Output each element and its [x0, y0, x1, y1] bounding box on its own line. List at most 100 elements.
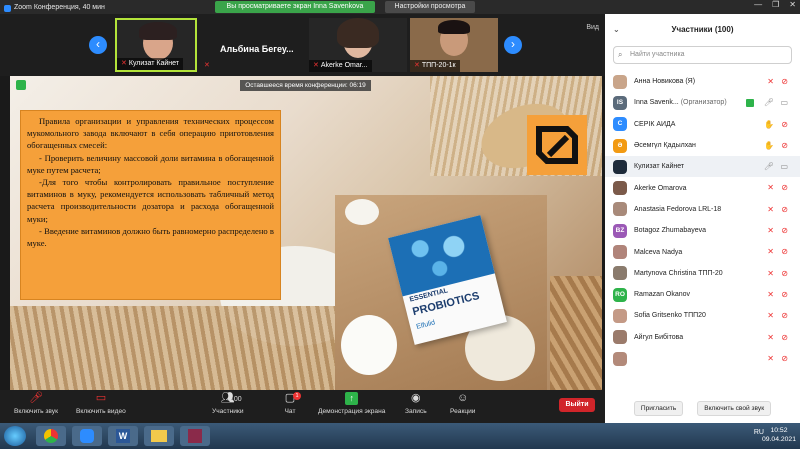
video-strip: ‹ ✕ Кулизат Кайнет Альбина Бегеу... ✕ ✕ Ak…: [0, 14, 605, 76]
mic-muted-icon[interactable]: ✕: [767, 310, 774, 321]
participant-row[interactable]: Malceva Nadya ✕ ⊘: [605, 241, 800, 262]
participant-name: Кулизат Кайнет: [634, 163, 685, 171]
avatar: [613, 74, 627, 89]
mic-muted-icon[interactable]: ✕: [767, 289, 774, 300]
participant-row[interactable]: ✕ ⊘: [605, 348, 800, 369]
chat-badge: 1: [293, 392, 301, 400]
video-off-icon[interactable]: ⊘: [781, 289, 788, 300]
participant-row[interactable]: IS Inna Savenk... (Организатор) 🎤︎ ▭: [605, 92, 800, 113]
video-off-icon[interactable]: ⊘: [781, 332, 788, 343]
participant-row[interactable]: Anastasia Fedorova LRL-18 ✕ ⊘: [605, 199, 800, 220]
participant-search-input[interactable]: ⌕ Найти участника: [613, 46, 792, 64]
video-off-icon[interactable]: ⊘: [781, 182, 788, 193]
participant-role: (Организатор): [680, 99, 727, 107]
participant-name: Botagoz Zhumabayeva: [634, 227, 706, 235]
participant-row[interactable]: Ә Әсемгүл Қадылхан ✋ ⊘: [605, 135, 800, 156]
mic-muted-icon[interactable]: ✕: [767, 225, 774, 236]
start-icon[interactable]: [4, 426, 26, 446]
participant-row[interactable]: BZ Botagoz Zhumabayeva ✕ ⊘: [605, 220, 800, 241]
mic-muted-icon[interactable]: ✕: [767, 332, 774, 343]
video-off-icon[interactable]: ⊘: [781, 310, 788, 321]
participant-row[interactable]: Айгул Бибітова ✕ ⊘: [605, 327, 800, 348]
unmute-button[interactable]: 🎤︎ Включить звук: [14, 392, 58, 415]
video-off-icon[interactable]: ⊘: [781, 140, 788, 151]
minimize-icon[interactable]: —: [754, 0, 762, 9]
raised-hand-icon: ✋: [764, 119, 774, 129]
chat-button[interactable]: ▢ 1 Чат: [282, 392, 301, 415]
system-clock[interactable]: 10:52 09.04.2021: [762, 426, 796, 444]
chevron-left-icon[interactable]: ‹: [89, 36, 107, 54]
tile-name: ✕ ТПП-20-1к: [410, 60, 460, 72]
chrome-icon[interactable]: [36, 426, 66, 446]
mic-muted-icon[interactable]: ✕: [767, 182, 774, 193]
mic-muted-icon: 🎤︎: [29, 392, 43, 404]
chevron-down-icon[interactable]: ⌄: [613, 14, 620, 46]
mic-muted-icon[interactable]: ✕: [767, 204, 774, 215]
close-icon[interactable]: ✕: [789, 0, 796, 9]
video-off-icon[interactable]: ⊘: [781, 246, 788, 257]
participant-row[interactable]: Sofia Gritsenko ТПП20 ✕ ⊘: [605, 305, 800, 326]
participant-name: Anastasia Fedorova LRL-18: [634, 205, 722, 213]
mic-muted-icon[interactable]: ✕: [767, 353, 774, 364]
avatar: [613, 181, 627, 196]
video-off-icon[interactable]: ⊘: [781, 119, 788, 130]
video-icon[interactable]: ▭: [780, 161, 788, 172]
chevron-right-icon[interactable]: ›: [504, 36, 522, 54]
video-off-icon[interactable]: ⊘: [781, 76, 788, 87]
participant-row[interactable]: Анна Новикова (Я) ✕ ⊘: [605, 71, 800, 92]
raised-hand-icon: ✋: [764, 140, 774, 150]
invite-button[interactable]: Пригласить: [633, 401, 684, 416]
panel-title: Участники (100): [671, 25, 734, 34]
avatar: BZ: [613, 223, 627, 238]
participant-name: Әсемгүл Қадылхан: [634, 142, 696, 150]
participant-row[interactable]: Akerke Omarova ✕ ⊘: [605, 177, 800, 198]
participant-row[interactable]: Martynova Christina ТПП-20 ✕ ⊘: [605, 263, 800, 284]
participant-row[interactable]: RO Ramazan Okanov ✕ ⊘: [605, 284, 800, 305]
view-options-button[interactable]: Настройки просмотра: [385, 1, 475, 13]
mic-muted-icon[interactable]: ✕: [767, 268, 774, 279]
participant-row[interactable]: Кулизат Кайнет 🎤︎ ▭: [605, 156, 800, 178]
video-icon[interactable]: ▭: [780, 97, 788, 108]
view-label[interactable]: Вид: [586, 24, 599, 31]
reactions-icon: ☺: [457, 392, 469, 404]
grain-decoration: [10, 306, 340, 390]
winrar-icon[interactable]: [180, 426, 210, 446]
unmute-self-button[interactable]: Включить свой звук: [697, 401, 772, 416]
mic-muted-icon: ✕: [313, 62, 319, 69]
video-tile[interactable]: ✕ ТПП-20-1к: [410, 18, 498, 72]
avatar: [613, 330, 627, 345]
avatar: [613, 308, 627, 323]
zoom-icon[interactable]: [72, 426, 102, 446]
zoom-window: Zoom Конференция, 40 мин Вы просматривае…: [0, 0, 800, 449]
video-tile[interactable]: Альбина Бегеу... ✕: [200, 18, 306, 72]
participant-name: Ramazan Okanov: [634, 291, 691, 299]
leave-button[interactable]: Выйти: [559, 398, 595, 412]
mic-icon[interactable]: 🎤︎: [764, 161, 774, 172]
video-off-icon[interactable]: ⊘: [781, 204, 788, 215]
sharing-icon: [746, 99, 754, 108]
participant-name: Malceva Nadya: [634, 248, 683, 256]
mic-muted-icon[interactable]: ✕: [767, 76, 774, 87]
mic-muted-icon: ✕: [121, 60, 127, 67]
start-video-button[interactable]: ▭ Включить видео: [76, 392, 126, 415]
share-banner: Вы просматриваете экран Inna Savenkova: [215, 1, 375, 13]
video-tile[interactable]: ✕ Кулизат Кайнет: [115, 18, 197, 72]
word-icon[interactable]: W: [108, 426, 138, 446]
share-screen-icon: ↑: [345, 392, 359, 405]
video-off-icon[interactable]: ⊘: [781, 268, 788, 279]
reactions-button[interactable]: ☺ Реакции: [450, 392, 475, 415]
avatar: [613, 202, 627, 217]
video-tile[interactable]: ✕ Akerke Omar...: [309, 18, 407, 72]
mic-muted-icon[interactable]: ✕: [767, 246, 774, 257]
folder-icon[interactable]: [144, 426, 174, 446]
window-title: Zoom Конференция, 40 мин: [0, 4, 210, 12]
maximize-icon[interactable]: ❐: [772, 0, 779, 9]
record-button[interactable]: ◉ Запись: [405, 392, 427, 415]
share-screen-button[interactable]: ↑ Демонстрация экрана: [318, 392, 385, 415]
participants-button[interactable]: 👥︎ 100 Участники: [212, 392, 244, 415]
grain-decoration: [550, 276, 602, 390]
mic-icon[interactable]: 🎤︎: [764, 97, 774, 108]
participant-row[interactable]: С СЕРІК АИДА ✋ ⊘: [605, 114, 800, 135]
video-off-icon[interactable]: ⊘: [781, 225, 788, 236]
video-off-icon[interactable]: ⊘: [781, 353, 788, 364]
